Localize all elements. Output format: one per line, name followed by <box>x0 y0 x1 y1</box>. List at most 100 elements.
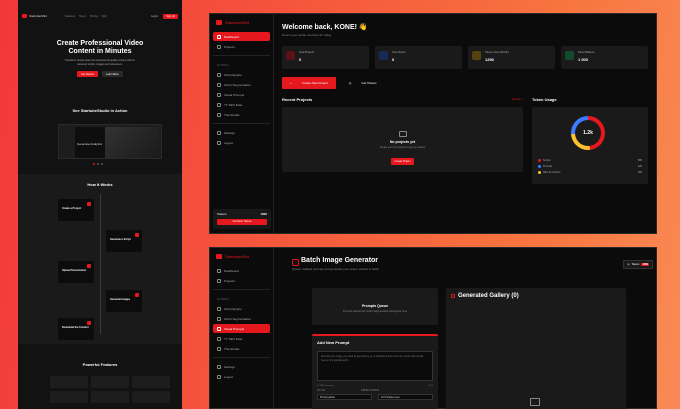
sidebar-item-visual-prompts[interactable]: Visual Prompts <box>213 324 270 333</box>
chart-icon <box>217 336 221 341</box>
page-subtitle: Here's your studio overview for today <box>282 33 332 37</box>
action-title: See StartubeStudio in Action <box>72 108 128 113</box>
folder-icon <box>398 131 407 137</box>
view-all-link[interactable]: View All → <box>512 98 524 101</box>
scissors-icon <box>217 316 221 321</box>
page-subtitle: Queue multiple prompts and generate your… <box>292 267 380 271</box>
sidebar-item-logout[interactable]: Logout <box>213 138 270 147</box>
dashboard-main: Welcome back, KONE! 👋 Here's your studio… <box>282 14 656 233</box>
batch-generator-window: StartuberMint Dashboard Projects AI TOOL… <box>209 247 657 409</box>
queue-title: Prompts Queue <box>361 304 389 308</box>
landing-logo[interactable]: StartuberMint <box>22 14 47 18</box>
how-title: How It Works <box>87 182 113 187</box>
legend-item: Scripts 580 <box>538 159 642 162</box>
coin-icon: ◎ <box>627 263 630 266</box>
sidebar-item-script-engine[interactable]: Script Engine <box>213 70 270 79</box>
features-title: Powerful Features <box>82 362 118 367</box>
buy-tokens-button[interactable]: Get More Tokens <box>217 219 267 225</box>
token-usage-donut: 1.2k <box>571 116 605 150</box>
prompt-textarea[interactable]: Describe the image you want to generate … <box>317 351 433 381</box>
logo-icon <box>22 14 27 18</box>
grid-icon <box>217 34 221 39</box>
feature-card <box>91 376 129 388</box>
stat-card-token-balance: Token Balance 1 000 <box>561 46 648 69</box>
sidebar-item-thumbnails[interactable]: Thumbnails <box>213 110 270 119</box>
sidebar-item-script-engine[interactable]: Script Engine <box>213 304 270 313</box>
sidebar-item-script-segmentation[interactable]: Script Segmentation <box>213 314 270 323</box>
aspect-label: ASPECT RATIO <box>360 389 380 392</box>
add-prompt-title: Add New Prompt <box>317 340 350 345</box>
sidebar-item-script-segmentation[interactable]: Script Segmentation <box>213 80 270 89</box>
nav-link[interactable]: Features <box>65 15 75 18</box>
sidebar-item-seo-data[interactable]: YT SEO Data <box>213 100 270 109</box>
page-title: Welcome back, KONE! 👋 <box>282 24 368 31</box>
script-icon <box>217 72 221 77</box>
recent-projects-title: Recent Projects <box>282 97 313 102</box>
login-button[interactable]: Log in <box>148 14 161 19</box>
sidebar-item-logout[interactable]: Logout <box>213 372 270 381</box>
landing-navbar: StartuberMint Features How It Pricing FA… <box>18 0 182 32</box>
logout-icon <box>217 140 221 145</box>
step-card: Download the Content <box>58 318 94 340</box>
create-project-cta[interactable]: Create Project <box>390 158 415 165</box>
timeline-line <box>100 194 101 334</box>
token-usage-card: 1.2k Scripts 580 Prompts 320 SEO & Thumbs 3… <box>532 107 648 184</box>
queue-subtitle: Prompts added from Script Segmentation w… <box>342 310 408 313</box>
gear-icon <box>217 364 221 369</box>
hero-section: Create Professional Video Content in Min… <box>18 40 182 77</box>
aspect-select[interactable]: 16:9 Widescreen <box>378 394 433 400</box>
token-widget: Tokens 1000 Get More Tokens <box>213 209 271 229</box>
stat-card-projects: Total Projects 0 <box>282 46 369 69</box>
video-thumbnail <box>105 127 159 158</box>
dashboard-window: StartuberMint Dashboard Projects AI TOOL… <box>209 13 657 234</box>
image-stack-icon <box>292 259 299 266</box>
tokens-value: 1000 <box>260 212 267 216</box>
sidebar-item-thumbnails[interactable]: Thumbnails <box>213 344 270 353</box>
carousel-dots[interactable] <box>93 163 103 165</box>
sidebar-item-projects[interactable]: Projects <box>213 276 270 285</box>
sidebar-item-dashboard[interactable]: Dashboard <box>213 32 270 41</box>
demo-video-card[interactable]: Generate Analytics <box>58 124 162 159</box>
usage-total: 1.2k <box>575 120 601 146</box>
logo-icon <box>216 254 222 259</box>
add-prompt-card: Add New Prompt Describe the image you wa… <box>312 334 438 409</box>
folder-icon <box>217 278 221 283</box>
sidebar-brand[interactable]: StartuberMint <box>210 14 273 31</box>
sidebar-item-projects[interactable]: Projects <box>213 42 270 51</box>
nav-link[interactable]: How It <box>79 15 86 18</box>
feature-card <box>132 391 170 403</box>
signup-button[interactable]: Sign Up <box>163 13 178 19</box>
sidebar-item-settings[interactable]: Settings <box>213 128 270 137</box>
style-select[interactable]: Photorealistic <box>317 394 372 400</box>
sidebar-section-label: AI TOOLS <box>217 298 229 301</box>
sidebar-item-dashboard[interactable]: Dashboard <box>213 266 270 275</box>
scissors-icon <box>217 82 221 87</box>
sidebar-brand[interactable]: StartuberMint <box>210 248 273 265</box>
feature-card <box>50 391 88 403</box>
empty-subtitle: Create your first project to get you vid… <box>379 146 426 149</box>
lightning-icon <box>472 51 481 60</box>
nav-link[interactable]: Pricing <box>90 15 98 18</box>
script-icon <box>217 306 221 311</box>
sidebar-item-visual-prompts[interactable]: Visual Prompts <box>213 90 270 99</box>
landing-nav-links: Features How It Pricing FAQ <box>65 15 107 18</box>
gallery-icon <box>451 294 455 298</box>
feature-card <box>91 391 129 403</box>
folder-icon <box>217 44 221 49</box>
coin-icon: ◎ <box>348 81 352 85</box>
nav-link[interactable]: FAQ <box>102 15 107 18</box>
sidebar-item-settings[interactable]: Settings <box>213 362 270 371</box>
get-tokens-button[interactable]: ◎ Get Tokens <box>340 77 385 89</box>
char-max: 2000 <box>428 385 433 387</box>
char-count: 0 / 2000 characters <box>317 385 335 387</box>
video-label: Generate Analytics <box>77 142 103 146</box>
create-project-button[interactable]: + Create New Project <box>282 77 336 89</box>
prompts-queue-card: Prompts Queue Prompts added from Script … <box>312 288 438 325</box>
logout-icon <box>217 374 221 379</box>
step-card: Upload Screenshots <box>58 261 94 283</box>
sidebar-item-seo-data[interactable]: YT SEO Data <box>213 334 270 343</box>
learn-more-button[interactable]: Learn More <box>102 71 123 77</box>
empty-title: No projects yet <box>389 140 416 144</box>
get-started-button[interactable]: Get Started <box>77 71 98 77</box>
grid-icon <box>217 268 221 273</box>
